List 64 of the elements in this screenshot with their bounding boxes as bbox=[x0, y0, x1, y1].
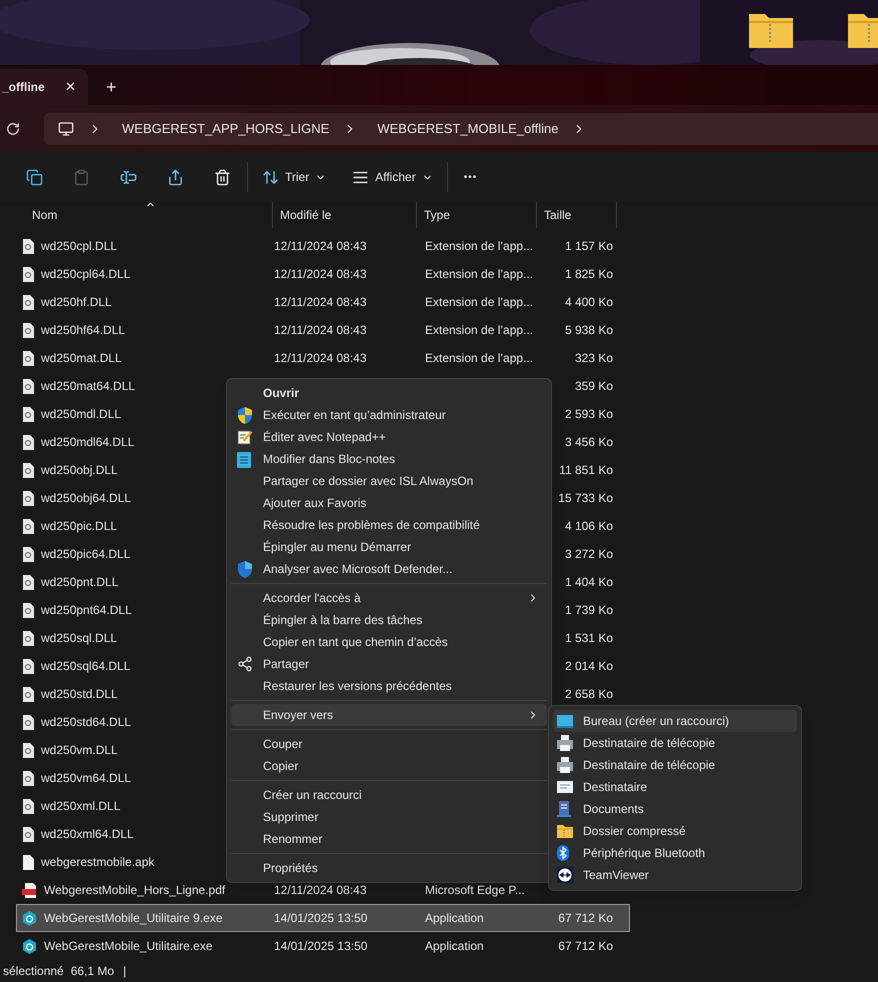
file-name: wd250obj.DLL bbox=[41, 462, 118, 479]
modified-date: 14/01/2025 13:50 bbox=[274, 939, 368, 953]
file-size: 67 712 Ko bbox=[558, 911, 613, 925]
file-size: 3 272 Ko bbox=[564, 547, 613, 561]
file-name: wd250pic64.DLL bbox=[41, 546, 130, 563]
modified-date: 14/01/2025 13:50 bbox=[274, 911, 368, 925]
file-type: Application bbox=[425, 911, 484, 925]
file-name: wd250pnt.DLL bbox=[41, 574, 118, 591]
modified-date: 12/11/2024 08:43 bbox=[274, 295, 367, 309]
file-name: wd250std64.DLL bbox=[41, 714, 132, 731]
file-size: 67 712 Ko bbox=[558, 939, 613, 953]
file-name: wd250hf.DLL bbox=[41, 294, 112, 311]
file-type: Application bbox=[425, 939, 484, 953]
status-text: 66,1 Mo bbox=[70, 963, 114, 980]
file-type: Microsoft Edge P... bbox=[425, 883, 525, 897]
modified-date: 12/11/2024 08:43 bbox=[274, 267, 367, 281]
file-name: WebGerestMobile_Utilitaire 9.exe bbox=[44, 910, 223, 927]
file-size: 4 400 Ko bbox=[564, 295, 613, 309]
file-name: wd250vm.DLL bbox=[41, 742, 118, 759]
file-size: 1 825 Ko bbox=[564, 267, 613, 281]
file-name: wd250pnt64.DLL bbox=[41, 602, 132, 619]
file-size: 4 106 Ko bbox=[564, 519, 613, 533]
file-name: wd250mat.DLL bbox=[41, 350, 122, 367]
file-name: WebgerestMobile_Hors_Ligne.pdf bbox=[44, 882, 226, 899]
file-type: Extension de l’app... bbox=[425, 239, 534, 253]
modified-date: 12/11/2024 08:43 bbox=[274, 239, 367, 253]
file-type: Extension de l’app... bbox=[425, 323, 534, 337]
modified-date: 12/11/2024 08:43 bbox=[274, 883, 367, 897]
file-name: wd250std.DLL bbox=[41, 686, 118, 703]
file-name: wd250xml64.DLL bbox=[41, 826, 134, 843]
file-size: 15 733 Ko bbox=[558, 491, 613, 505]
file-size: 1 531 Ko bbox=[564, 631, 613, 645]
file-type: Extension de l’app... bbox=[425, 295, 534, 309]
file-size: 2 593 Ko bbox=[564, 407, 613, 421]
file-name: wd250pic.DLL bbox=[41, 518, 118, 535]
file-name: wd250cpl.DLL bbox=[41, 238, 118, 255]
file-name: wd250vm64.DLL bbox=[41, 770, 132, 787]
file-size: 1 157 Ko bbox=[564, 239, 613, 253]
file-size: 11 851 Ko bbox=[559, 463, 613, 477]
file-size: 1 739 Ko bbox=[564, 603, 613, 617]
modified-date: 12/11/2024 08:43 bbox=[274, 323, 367, 337]
file-name: wd250cpl64.DLL bbox=[41, 266, 130, 283]
status-text: sélectionné bbox=[3, 963, 64, 980]
file-size: 1 404 Ko bbox=[564, 575, 613, 589]
file-name: wd250mdl64.DLL bbox=[41, 434, 134, 451]
file-name: wd250obj64.DLL bbox=[41, 490, 132, 507]
file-size: 359 Ko bbox=[574, 379, 613, 393]
status-divider: | bbox=[123, 963, 126, 980]
file-size: 3 456 Ko bbox=[564, 435, 613, 449]
file-name: WebGerestMobile_Utilitaire.exe bbox=[44, 938, 213, 955]
file-type: Extension de l’app... bbox=[425, 351, 534, 365]
file-name: wd250mat64.DLL bbox=[41, 378, 136, 395]
file-name: wd250mdl.DLL bbox=[41, 406, 122, 423]
file-size: 2 658 Ko bbox=[564, 687, 613, 701]
modified-date: 12/11/2024 08:43 bbox=[274, 351, 367, 365]
file-name: wd250xml.DLL bbox=[41, 798, 120, 815]
file-name: wd250sql64.DLL bbox=[41, 658, 130, 675]
file-size: 2 014 Ko bbox=[564, 659, 613, 673]
file-type: Extension de l’app... bbox=[425, 267, 534, 281]
file-size: 323 Ko bbox=[574, 351, 613, 365]
file-name: wd250hf64.DLL bbox=[41, 322, 126, 339]
file-name: wd250sql.DLL bbox=[41, 630, 118, 647]
file-size: 5 938 Ko bbox=[564, 323, 613, 337]
file-name: webgerestmobile.apk bbox=[41, 854, 154, 871]
